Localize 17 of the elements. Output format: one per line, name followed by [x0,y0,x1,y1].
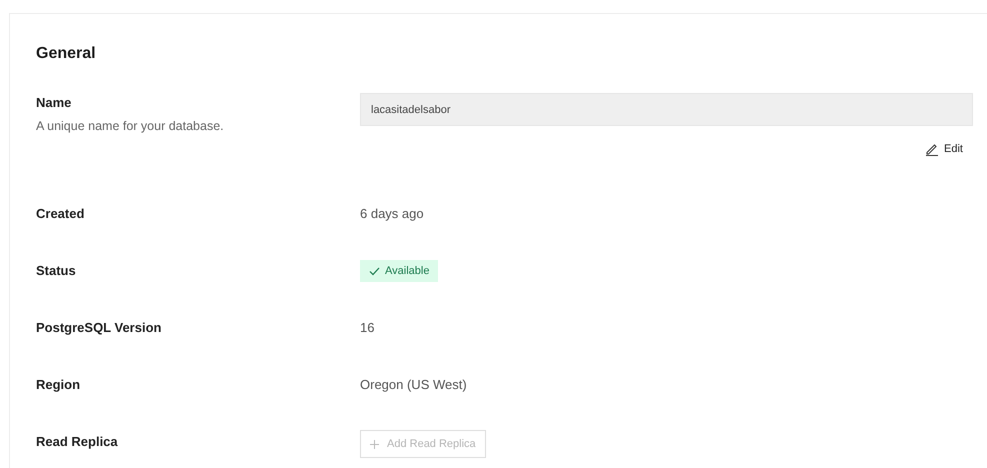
check-icon [369,266,380,276]
setting-label: Name [36,94,72,111]
status-text: Available [385,265,430,277]
setting-value: Oregon (US West) [360,376,468,393]
edit-button[interactable]: Edit [925,140,963,158]
setting-label: Status [36,262,77,279]
setting-label: Created [36,205,86,222]
setting-label: Region [36,376,82,393]
section-title: General [36,44,97,64]
name-field[interactable]: lacasitadelsabor [360,93,973,126]
setting-label: PostgreSQL Version [36,319,162,336]
setting-label: Read Replica [36,433,119,450]
setting-value: 6 days ago [360,205,425,222]
pencil-icon [925,142,940,156]
setting-value: 16 [360,319,376,336]
plus-icon [370,440,379,448]
setting-description: A unique name for your database. [36,119,225,133]
